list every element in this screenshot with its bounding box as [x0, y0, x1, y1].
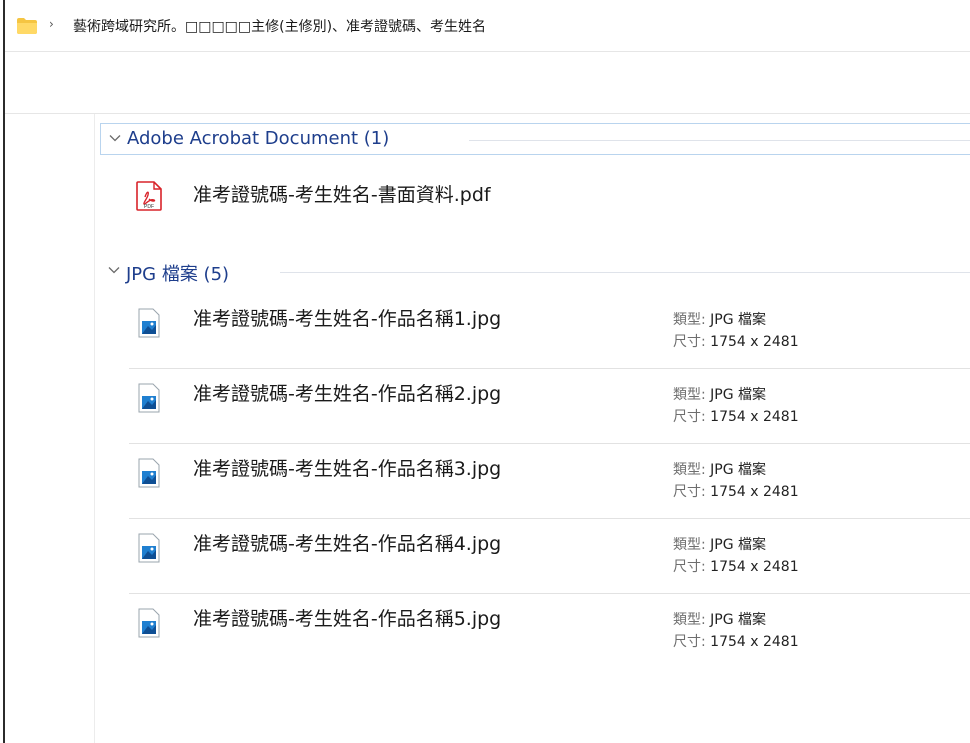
file-item-jpg[interactable]: 准考證號碼-考生姓名-作品名稱5.jpg 類型: JPG 檔案 尺寸: 1754… — [129, 597, 970, 671]
type-value: JPG 檔案 — [710, 462, 767, 478]
type-label: 類型: — [673, 312, 706, 328]
toolbar-area — [5, 52, 970, 114]
file-item-jpg[interactable]: 准考證號碼-考生姓名-作品名稱1.jpg 類型: JPG 檔案 尺寸: 1754… — [129, 297, 970, 371]
row-divider — [129, 443, 970, 444]
group-header-jpg[interactable]: JPG 檔案 (5) — [100, 256, 970, 288]
file-name: 准考證號碼-考生姓名-作品名稱3.jpg — [193, 458, 502, 480]
group-divider-line — [280, 272, 970, 273]
size-label: 尺寸: — [673, 559, 706, 575]
size-label: 尺寸: — [673, 334, 706, 350]
pdf-file-icon: PDF — [136, 181, 162, 211]
image-file-icon — [138, 308, 160, 338]
breadcrumb-separator[interactable]: › — [49, 17, 54, 31]
group-title: JPG 檔案 (5) — [126, 264, 230, 285]
chevron-down-icon — [109, 135, 121, 142]
size-value: 1754 x 2481 — [710, 409, 799, 425]
folder-icon — [17, 18, 37, 34]
file-details: 類型: JPG 檔案 尺寸: 1754 x 2481 — [673, 609, 799, 653]
size-label: 尺寸: — [673, 634, 706, 650]
file-name: 准考證號碼-考生姓名-作品名稱5.jpg — [193, 608, 502, 630]
row-divider — [129, 593, 970, 594]
group-title: Adobe Acrobat Document (1) — [127, 128, 390, 149]
image-file-icon — [138, 458, 160, 488]
file-item-jpg[interactable]: 准考證號碼-考生姓名-作品名稱3.jpg 類型: JPG 檔案 尺寸: 1754… — [129, 447, 970, 521]
file-item-jpg[interactable]: 准考證號碼-考生姓名-作品名稱2.jpg 類型: JPG 檔案 尺寸: 1754… — [129, 372, 970, 446]
svg-text:PDF: PDF — [144, 204, 154, 210]
type-label: 類型: — [673, 387, 706, 403]
breadcrumb-path[interactable]: 藝術跨域研究所。□□□□□主修(主修別)、准考證號碼、考生姓名 — [73, 16, 486, 36]
size-label: 尺寸: — [673, 484, 706, 500]
file-name: 准考證號碼-考生姓名-書面資料.pdf — [193, 184, 491, 206]
size-value: 1754 x 2481 — [710, 559, 799, 575]
type-value: JPG 檔案 — [710, 612, 767, 628]
file-item-jpg[interactable]: 准考證號碼-考生姓名-作品名稱4.jpg 類型: JPG 檔案 尺寸: 1754… — [129, 522, 970, 596]
explorer-window: › 藝術跨域研究所。□□□□□主修(主修別)、准考證號碼、考生姓名 Adobe … — [3, 0, 970, 743]
size-value: 1754 x 2481 — [710, 334, 799, 350]
file-details: 類型: JPG 檔案 尺寸: 1754 x 2481 — [673, 534, 799, 578]
navigation-pane-divider — [94, 114, 95, 743]
type-value: JPG 檔案 — [710, 537, 767, 553]
chevron-down-icon — [108, 267, 120, 274]
row-divider — [129, 518, 970, 519]
row-divider — [129, 368, 970, 369]
file-name: 准考證號碼-考生姓名-作品名稱2.jpg — [193, 383, 502, 405]
size-value: 1754 x 2481 — [710, 634, 799, 650]
type-label: 類型: — [673, 462, 706, 478]
file-name: 准考證號碼-考生姓名-作品名稱4.jpg — [193, 533, 502, 555]
size-label: 尺寸: — [673, 409, 706, 425]
file-details: 類型: JPG 檔案 尺寸: 1754 x 2481 — [673, 459, 799, 503]
image-file-icon — [138, 383, 160, 413]
type-label: 類型: — [673, 612, 706, 628]
size-value: 1754 x 2481 — [710, 484, 799, 500]
type-label: 類型: — [673, 537, 706, 553]
image-file-icon — [138, 608, 160, 638]
file-details: 類型: JPG 檔案 尺寸: 1754 x 2481 — [673, 309, 799, 353]
file-details: 類型: JPG 檔案 尺寸: 1754 x 2481 — [673, 384, 799, 428]
type-value: JPG 檔案 — [710, 387, 767, 403]
group-header-pdf[interactable]: Adobe Acrobat Document (1) — [100, 123, 970, 155]
group-divider-line — [469, 140, 970, 141]
file-name: 准考證號碼-考生姓名-作品名稱1.jpg — [193, 308, 502, 330]
image-file-icon — [138, 533, 160, 563]
type-value: JPG 檔案 — [710, 312, 767, 328]
file-item-pdf[interactable]: PDF 准考證號碼-考生姓名-書面資料.pdf — [131, 176, 970, 236]
address-bar[interactable]: › 藝術跨域研究所。□□□□□主修(主修別)、准考證號碼、考生姓名 — [5, 0, 970, 52]
